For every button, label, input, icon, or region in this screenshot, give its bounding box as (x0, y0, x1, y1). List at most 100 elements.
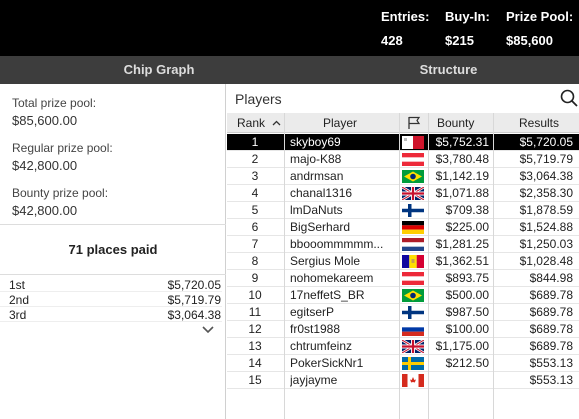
player-row[interactable]: 13 chtrumfeinz $1,175.00 $689.78 (227, 338, 579, 355)
player-row[interactable]: 5 lmDaNuts $709.38 $1,878.59 (227, 202, 579, 219)
player-row[interactable]: 14 PokerSickNr1 $212.50 $553.13 (227, 355, 579, 372)
player-rank: 7 (251, 237, 259, 251)
player-rank: 12 (248, 322, 262, 336)
total-prize-value: $85,600.00 (12, 113, 78, 128)
player-rank: 5 (251, 203, 259, 217)
buyin-label: Buy-In: (445, 9, 490, 24)
player-rank: 2 (251, 152, 259, 166)
austria-flag-icon (402, 153, 424, 166)
divider (0, 224, 226, 225)
column-header-player[interactable]: Player (323, 113, 357, 133)
flag-icon (408, 116, 421, 129)
player-row[interactable]: 6 BigSerhard $225.00 $1,524.88 (227, 219, 579, 236)
player-bounty: $225.00 (445, 220, 489, 234)
player-bounty: $1,142.19 (435, 169, 489, 183)
player-bounty: $5,752.31 (435, 135, 489, 149)
uk-flag-icon (402, 187, 424, 200)
player-bounty: $987.50 (445, 305, 489, 319)
player-rank: 1 (251, 135, 259, 149)
payout-place: 3rd (9, 308, 27, 322)
tab-structure[interactable]: Structure (318, 56, 579, 84)
player-name: jayjayme (290, 373, 338, 387)
column-divider (493, 113, 494, 419)
prizepool-label: Prize Pool: (506, 9, 574, 24)
player-results: $5,720.05 (519, 135, 573, 149)
player-bounty: $3,780.48 (435, 152, 489, 166)
player-results: $1,028.48 (519, 254, 573, 268)
column-header-results[interactable]: Results (519, 113, 559, 133)
column-divider (428, 113, 429, 419)
player-rank: 6 (251, 220, 259, 234)
canada-flag-icon (402, 374, 424, 387)
prize-panel: Total prize pool: $85,600.00 Regular pri… (0, 84, 226, 419)
player-row[interactable]: 10 17neffetS_BR $500.00 $689.78 (227, 287, 579, 304)
total-prize-label: Total prize pool: (12, 96, 97, 110)
player-name: bbooommmmm... (290, 237, 384, 251)
player-row[interactable]: 9 nohomekareem $893.75 $844.98 (227, 270, 579, 287)
player-rank: 11 (248, 305, 262, 319)
player-row[interactable]: 3 andrmsan $1,142.19 $3,064.38 (227, 168, 579, 185)
brazil-flag-icon (402, 170, 424, 183)
player-bounty: $1,362.51 (435, 254, 489, 268)
player-rank: 8 (251, 254, 259, 268)
payout-amount: $5,720.05 (167, 278, 221, 292)
column-header-country[interactable] (402, 113, 428, 133)
austria-flag-icon (402, 272, 424, 285)
player-results: $1,878.59 (519, 203, 573, 217)
payout-row: 1st $5,720.05 (0, 277, 222, 292)
player-row[interactable]: 2 majo-K88 $3,780.48 $5,719.79 (227, 151, 579, 168)
chevron-down-icon[interactable] (201, 325, 215, 335)
player-bounty: $1,175.00 (435, 339, 489, 353)
player-row[interactable]: 7 bbooommmmm... $1,281.25 $1,250.03 (227, 236, 579, 253)
player-bounty: $709.38 (445, 203, 489, 217)
player-results: $5,719.79 (519, 152, 573, 166)
players-table-body: 1 skyboy69 $5,752.31 $5,720.05 2 majo-K88 $3,7… (227, 134, 579, 389)
player-row[interactable]: 15 jayjayme $553.13 (227, 372, 579, 389)
divider (0, 274, 226, 275)
column-header-rank[interactable]: Rank (237, 113, 265, 133)
player-results: $2,358.30 (519, 186, 573, 200)
places-paid-title: 71 places paid (68, 242, 158, 257)
player-row[interactable]: 12 fr0st1988 $100.00 $689.78 (227, 321, 579, 338)
player-results: $689.78 (529, 288, 573, 302)
bounty-prize-pool: Bounty prize pool: $42,800.00 (12, 186, 108, 218)
player-name: Sergius Mole (290, 254, 361, 268)
entries-value: 428 (381, 33, 403, 48)
player-name: BigSerhard (290, 220, 351, 234)
players-title: Players (235, 91, 282, 107)
player-rank: 4 (251, 186, 259, 200)
germany-flag-icon (402, 221, 424, 234)
player-results: $1,250.03 (519, 237, 573, 251)
player-rank: 15 (248, 373, 262, 387)
player-row[interactable]: 11 egitserP $987.50 $689.78 (227, 304, 579, 321)
players-panel: Players Rank Player Bounty Results 1 skyb… (227, 84, 579, 419)
bounty-prize-label: Bounty prize pool: (12, 186, 109, 200)
player-bounty: $212.50 (445, 356, 489, 370)
player-name: andrmsan (290, 169, 344, 183)
player-results: $689.78 (529, 322, 573, 336)
player-row[interactable]: 1 skyboy69 $5,752.31 $5,720.05 (227, 134, 579, 151)
tab-bar: Chip Graph Structure (0, 56, 579, 84)
player-rank: 9 (251, 271, 259, 285)
payout-amount: $5,719.79 (167, 293, 221, 307)
player-results: $553.13 (529, 356, 573, 370)
player-name: fr0st1988 (290, 322, 341, 336)
player-name: 17neffetS_BR (290, 288, 365, 302)
player-bounty: $893.75 (445, 271, 489, 285)
search-icon[interactable] (560, 89, 578, 107)
regular-prize-label: Regular prize pool: (12, 141, 113, 155)
finland-flag-icon (402, 306, 424, 319)
player-row[interactable]: 4 chanal1316 $1,071.88 $2,358.30 (227, 185, 579, 202)
buyin-value: $215 (445, 33, 474, 48)
column-header-bounty[interactable]: Bounty (437, 113, 474, 133)
player-bounty: $500.00 (445, 288, 489, 302)
player-bounty: $1,281.25 (435, 237, 489, 251)
sort-ascending-icon[interactable] (272, 120, 281, 126)
tab-chip-graph[interactable]: Chip Graph (0, 56, 318, 84)
regular-prize-pool: Regular prize pool: $42,800.00 (12, 141, 113, 173)
player-name: nohomekareem (290, 271, 374, 285)
player-name: skyboy69 (290, 135, 341, 149)
player-row[interactable]: 8 Sergius Mole $1,362.51 $1,028.48 (227, 253, 579, 270)
player-name: PokerSickNr1 (290, 356, 364, 370)
player-results: $689.78 (529, 305, 573, 319)
